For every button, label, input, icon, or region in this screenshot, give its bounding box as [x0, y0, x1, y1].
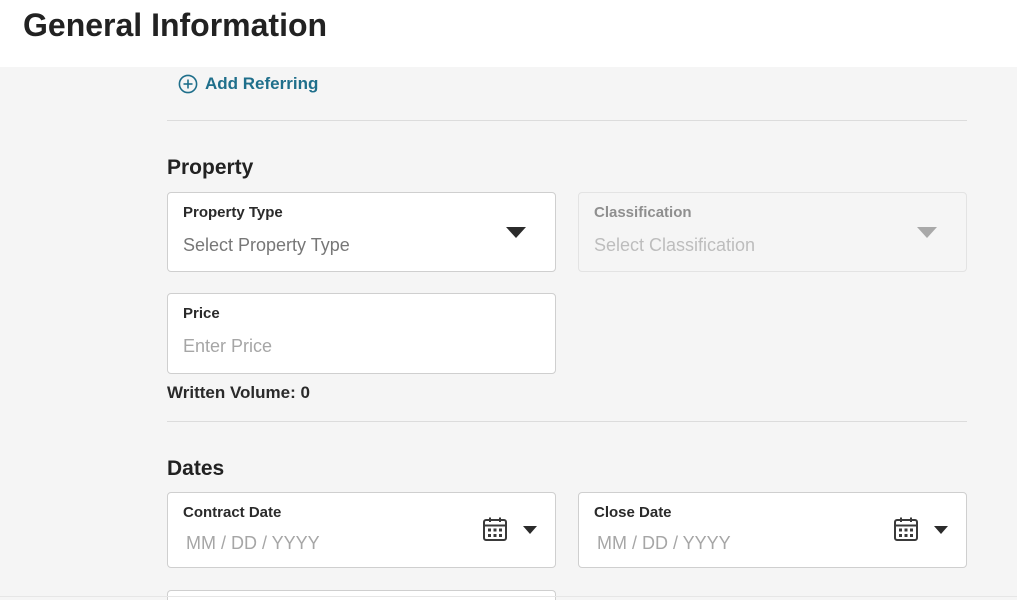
property-type-select[interactable]: Property Type Select Property Type [167, 192, 556, 272]
add-referring-button[interactable]: Add Referring [178, 74, 318, 94]
next-field-partial[interactable] [167, 590, 556, 600]
contract-date-label: Contract Date [183, 504, 282, 521]
caret-down-icon[interactable] [506, 227, 526, 238]
property-section-title: Property [167, 156, 254, 179]
close-date-field[interactable]: Close Date MM / DD / YYYY [578, 492, 967, 568]
contract-date-field[interactable]: Contract Date MM / DD / YYYY [167, 492, 556, 568]
property-type-label: Property Type [183, 204, 283, 221]
caret-down-icon [917, 227, 937, 238]
contract-date-input[interactable]: MM / DD / YYYY [186, 533, 320, 554]
close-date-input[interactable]: MM / DD / YYYY [597, 533, 731, 554]
divider [167, 421, 967, 422]
price-input[interactable]: Enter Price [183, 336, 272, 357]
price-label: Price [183, 305, 220, 322]
calendar-icon[interactable] [893, 516, 919, 547]
caret-down-icon[interactable] [523, 526, 537, 534]
divider [167, 120, 967, 121]
classification-placeholder: Select Classification [594, 235, 756, 255]
close-date-label: Close Date [594, 504, 672, 521]
plus-circle-icon [178, 74, 198, 94]
property-type-placeholder: Select Property Type [183, 235, 350, 255]
form-content: Add Referring Property Property Type Sel… [0, 67, 1017, 600]
calendar-icon[interactable] [482, 516, 508, 547]
classification-label: Classification [594, 204, 692, 221]
page-title: General Information [23, 7, 328, 43]
caret-down-icon[interactable] [934, 526, 948, 534]
classification-select: Classification Select Classification [578, 192, 967, 272]
written-volume: Written Volume: 0 [167, 383, 310, 402]
dates-section-title: Dates [167, 457, 225, 480]
page-header: General Information [0, 0, 1017, 67]
add-referring-label: Add Referring [205, 74, 319, 93]
price-field[interactable]: Price Enter Price [167, 293, 556, 374]
